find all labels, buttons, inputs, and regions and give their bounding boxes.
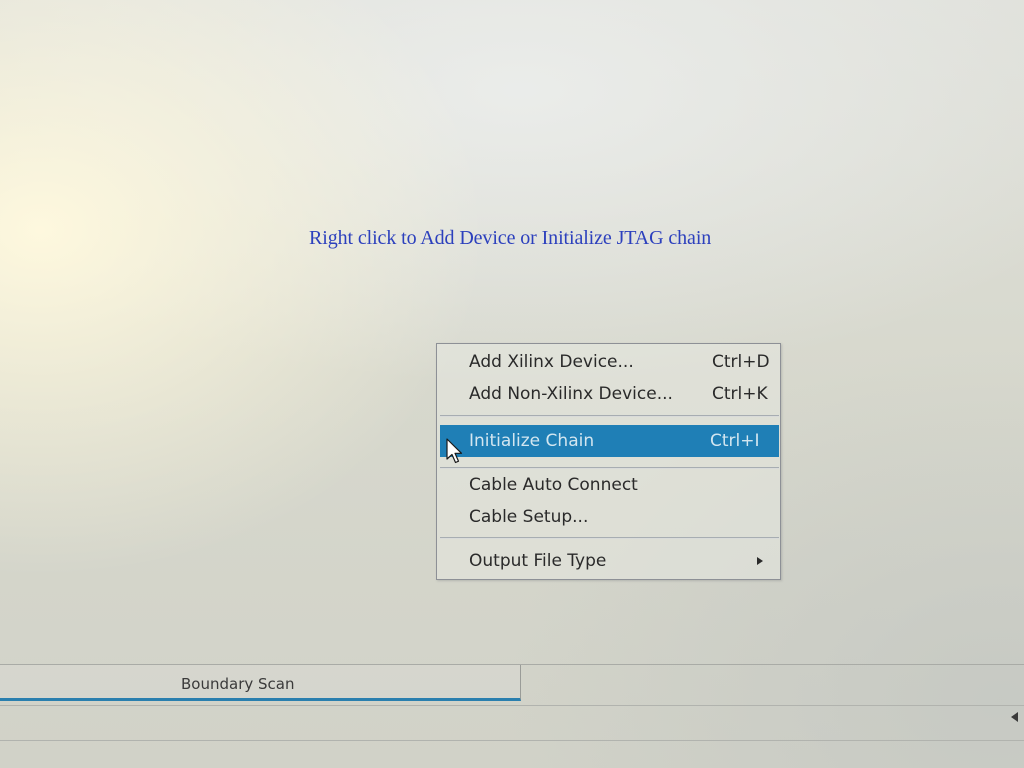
menu-separator [440, 537, 779, 539]
menu-item-label: Add Non-Xilinx Device... [469, 384, 673, 404]
panel-divider [0, 740, 1024, 741]
menu-item-initialize-chain[interactable]: Initialize Chain Ctrl+I [440, 425, 779, 457]
scroll-left-arrow-icon[interactable] [1009, 710, 1021, 724]
menu-item-shortcut: Ctrl+K [712, 384, 768, 404]
menu-item-add-non-xilinx-device[interactable]: Add Non-Xilinx Device... Ctrl+K [440, 378, 779, 410]
menu-item-label: Output File Type [469, 551, 607, 571]
menu-item-label: Cable Auto Connect [469, 475, 638, 495]
menu-item-shortcut: Ctrl+I [710, 431, 760, 451]
mouse-pointer-icon [446, 438, 463, 464]
menu-item-label: Cable Setup... [469, 507, 589, 527]
tab-label: Boundary Scan [181, 675, 295, 693]
menu-item-add-xilinx-device[interactable]: Add Xilinx Device... Ctrl+D [440, 346, 779, 378]
menu-item-label: Add Xilinx Device... [469, 352, 634, 372]
menu-item-cable-setup[interactable]: Cable Setup... [440, 501, 779, 533]
context-menu: Add Xilinx Device... Ctrl+D Add Non-Xili… [436, 343, 781, 580]
menu-item-output-file-type[interactable]: Output File Type [440, 545, 779, 577]
menu-separator [440, 415, 779, 417]
panel-divider [0, 705, 1024, 706]
menu-item-shortcut: Ctrl+D [712, 352, 770, 372]
submenu-arrow-icon [757, 557, 763, 565]
instruction-text: Right click to Add Device or Initialize … [309, 227, 712, 249]
tab-bar: Boundary Scan [0, 664, 1024, 701]
menu-item-label: Initialize Chain [469, 431, 595, 451]
menu-item-cable-auto-connect[interactable]: Cable Auto Connect [440, 469, 779, 501]
tab-boundary-scan[interactable]: Boundary Scan [0, 665, 521, 701]
